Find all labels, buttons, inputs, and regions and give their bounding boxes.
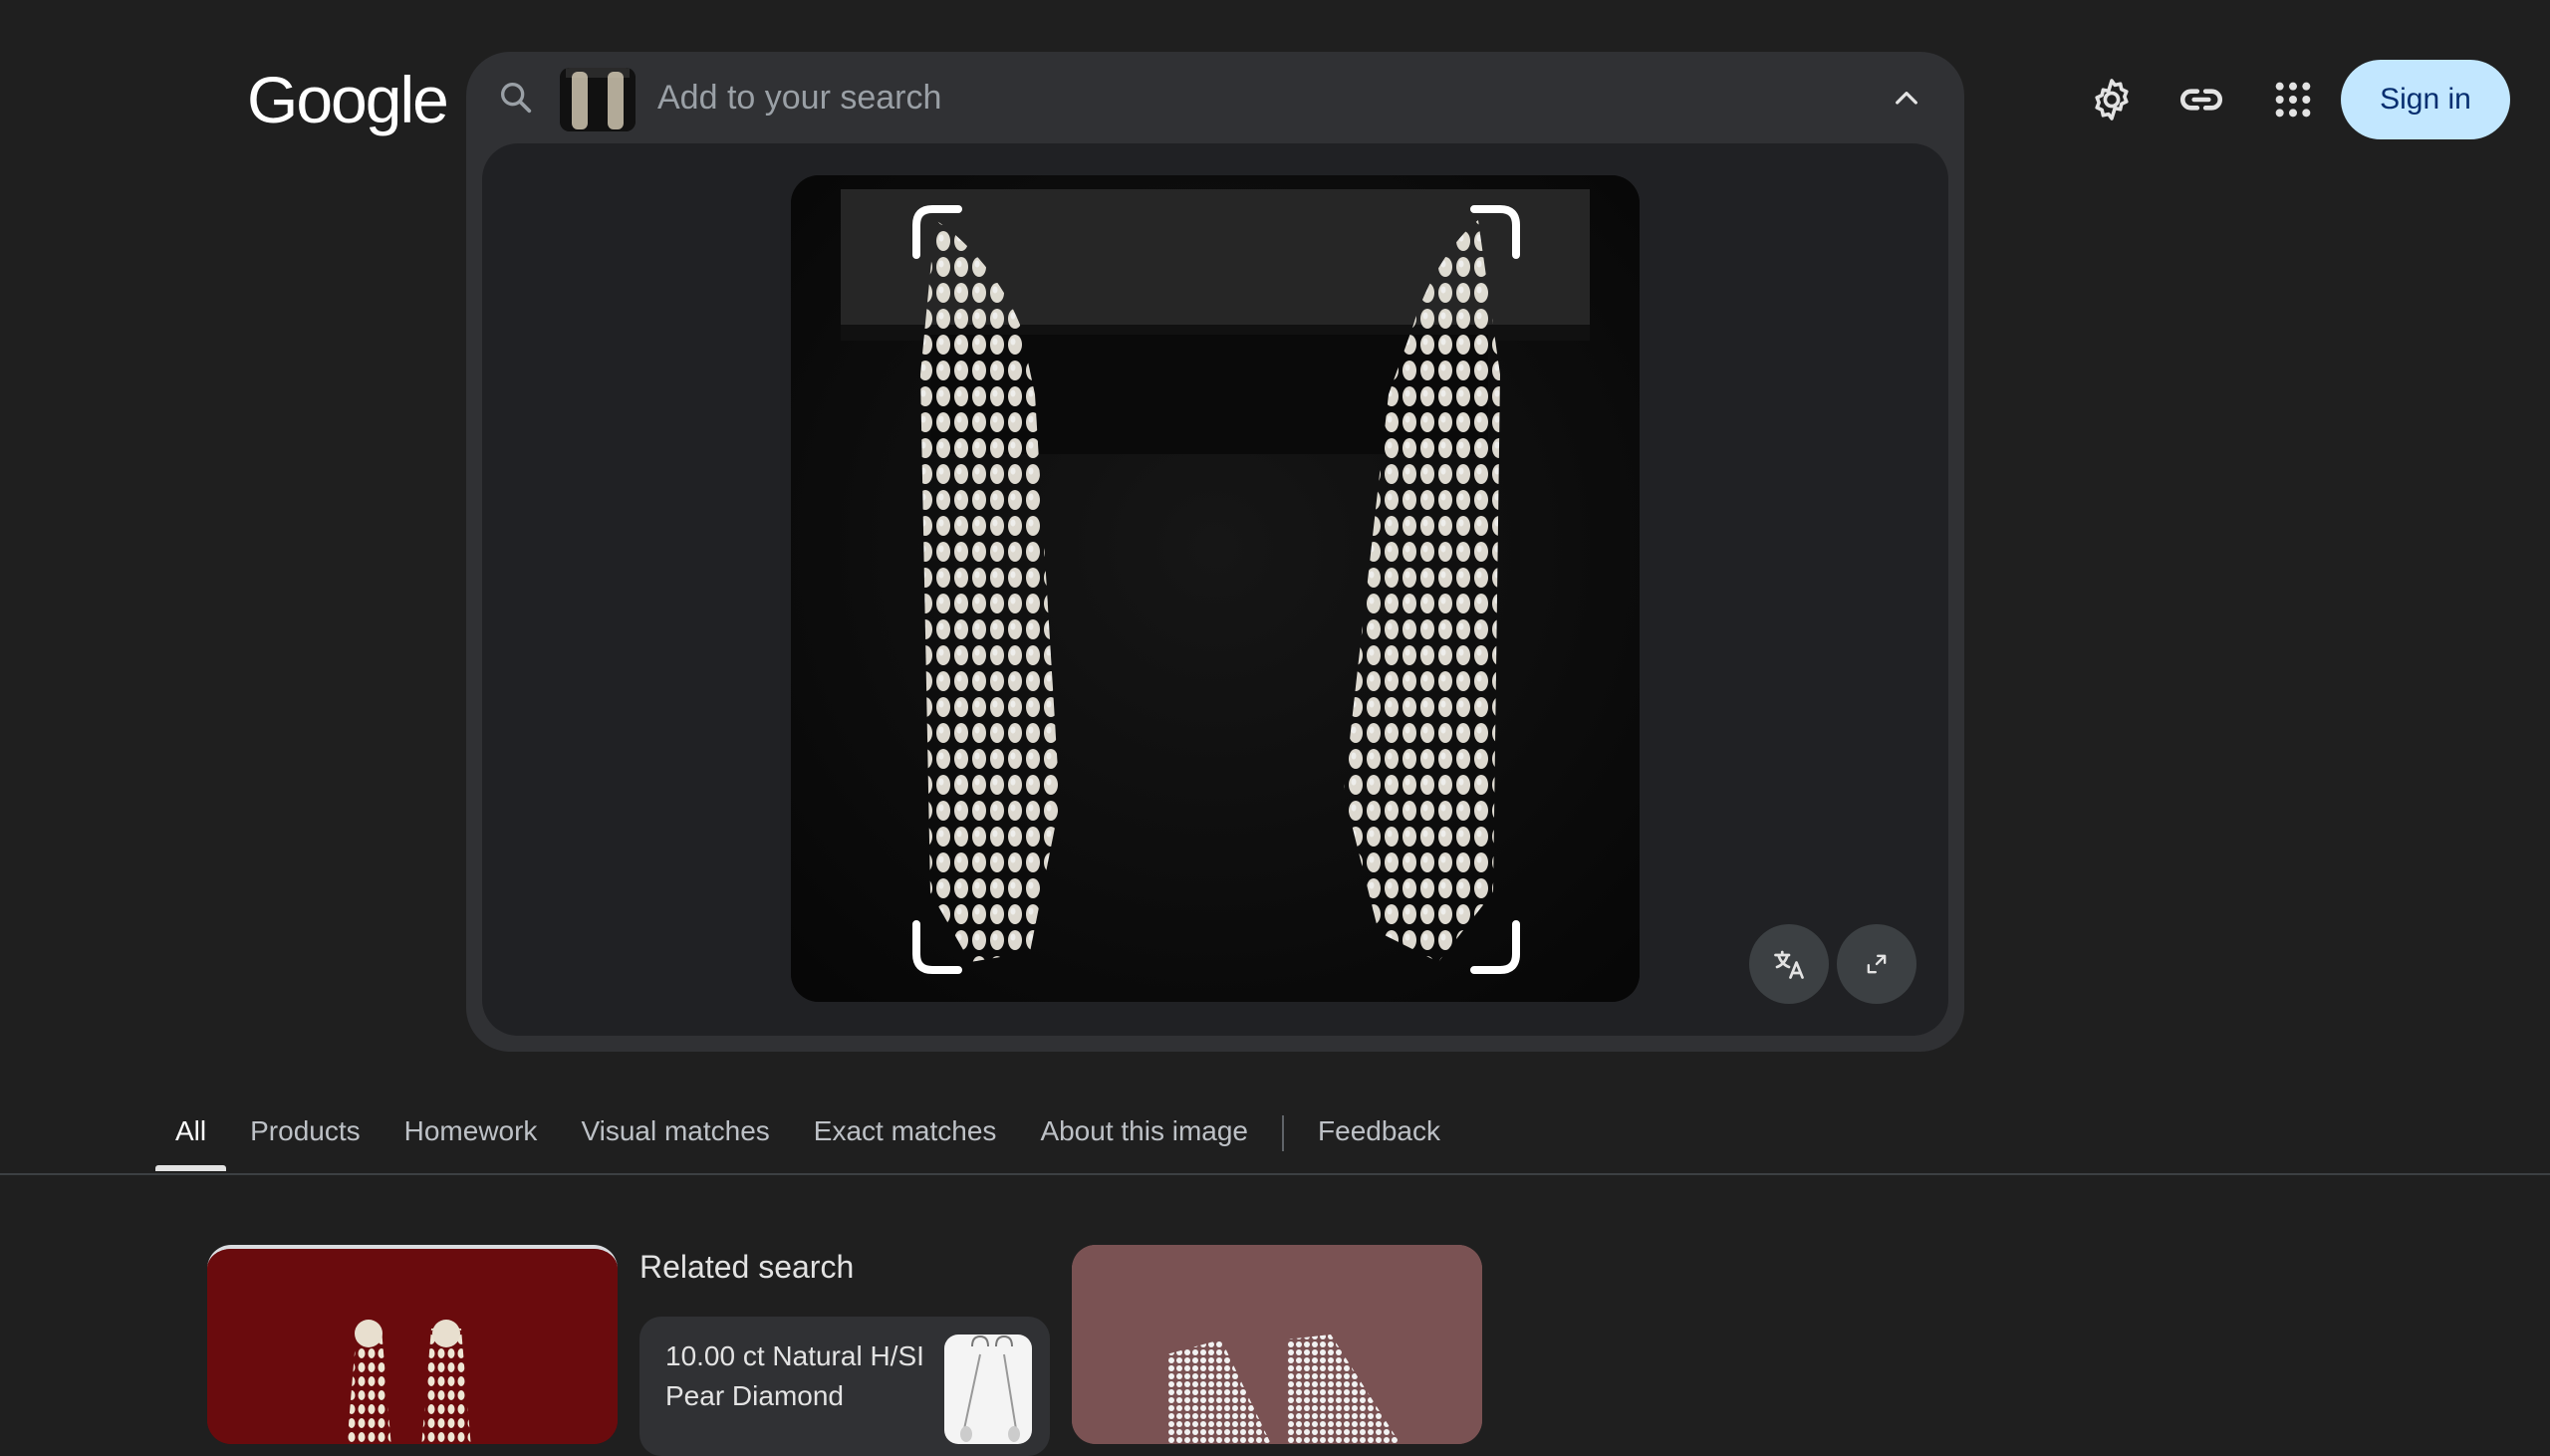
gear-icon[interactable] — [2084, 72, 2140, 127]
expand-icon — [1867, 954, 1887, 974]
related-search-title: Related search — [639, 1249, 855, 1285]
tabs-divider-line — [0, 1173, 2550, 1175]
tab-visual-matches[interactable]: Visual matches — [581, 1101, 769, 1171]
tab-exact-matches[interactable]: Exact matches — [814, 1101, 997, 1171]
search-icon[interactable] — [496, 78, 536, 118]
tab-divider — [1282, 1115, 1285, 1151]
tab-feedback[interactable]: Feedback — [1318, 1101, 1440, 1171]
related-search-label: 10.00 ct Natural H/SI Pear Diamond — [665, 1340, 924, 1411]
tab-homework[interactable]: Homework — [404, 1101, 538, 1171]
related-search-item[interactable]: 10.00 ct Natural H/SI Pear Diamond — [639, 1317, 1050, 1456]
google-logo[interactable]: Google — [247, 62, 449, 137]
apps-grid-icon[interactable] — [2265, 72, 2321, 127]
link-icon[interactable] — [2173, 72, 2229, 127]
search-box — [466, 52, 1964, 1052]
translate-button[interactable] — [1749, 924, 1829, 1004]
tab-all[interactable]: All — [154, 1101, 227, 1171]
sign-in-button[interactable]: Sign in — [2341, 60, 2510, 139]
expand-button[interactable] — [1837, 924, 1916, 1004]
result-card[interactable] — [207, 1245, 618, 1444]
search-row — [466, 52, 1964, 143]
tab-products[interactable]: Products — [250, 1101, 361, 1171]
search-image-thumbnail[interactable] — [560, 68, 636, 131]
result-card[interactable] — [1072, 1245, 1482, 1444]
lens-panel — [482, 143, 1948, 1036]
results-tabs: All Products Homework Visual matches Exa… — [154, 1101, 1484, 1171]
translate-icon — [1774, 950, 1804, 979]
search-input[interactable] — [657, 70, 1654, 125]
query-image — [791, 175, 1640, 1002]
chevron-up-icon[interactable] — [1879, 74, 1934, 123]
tab-about-this-image[interactable]: About this image — [1040, 1101, 1248, 1171]
related-search-thumbnail — [944, 1335, 1032, 1444]
